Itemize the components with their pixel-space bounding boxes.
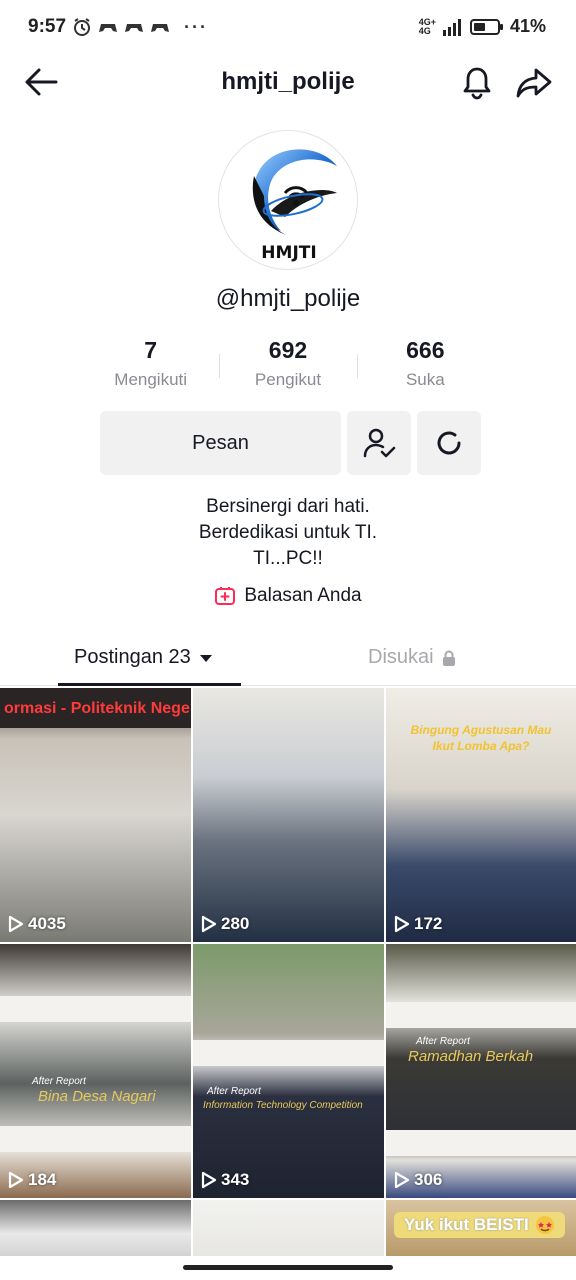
user-check-icon: [363, 428, 396, 458]
video-thumbnail[interactable]: ormasi - Politeknik Negeri 4035: [0, 688, 191, 942]
torn-paper-divider: [0, 1126, 191, 1152]
network-indicator: 4G+ 4G: [418, 17, 436, 36]
thumbnail-title: Information Technology Competition: [203, 1100, 363, 1111]
video-thumbnail[interactable]: After Report Ramadhan Berkah 306: [386, 944, 576, 1198]
video-thumbnail[interactable]: After Report Bina Desa Nagari 184: [0, 944, 191, 1198]
after-report-label: After Report: [32, 1076, 86, 1087]
home-indicator[interactable]: [183, 1265, 393, 1270]
battery-percent: 41%: [509, 16, 546, 36]
avatar[interactable]: HMJTI: [218, 130, 358, 270]
stat-followers[interactable]: 692 Pengikut: [219, 336, 356, 396]
game-controller-icon: [151, 24, 169, 32]
profile-tabs: Postingan 23 Disukai: [0, 636, 576, 686]
view-count-value: 4035: [28, 914, 66, 933]
game-controller-icon: [125, 24, 143, 32]
view-count: 172: [394, 914, 442, 934]
torn-paper-divider: [0, 996, 191, 1022]
caret-down-icon: [199, 654, 212, 662]
bio-line: Bersinergi dari hati.: [206, 496, 370, 517]
thumbnail-title: Bina Desa Nagari: [38, 1088, 156, 1105]
video-thumbnail[interactable]: Bingung Agustusan Mau Ikut Lomba Apa? 17…: [386, 688, 576, 942]
thumbnail-overlay-text: ormasi - Politeknik Negeri: [4, 700, 191, 717]
play-icon: [8, 1171, 24, 1189]
status-time: 9:57: [28, 16, 67, 37]
play-icon: [394, 915, 410, 933]
alarm-icon: [74, 18, 90, 36]
video-thumbnail[interactable]: 280: [193, 688, 384, 942]
bio-line: TI...PC!!: [253, 548, 323, 569]
network-type-bottom: 4G: [418, 25, 431, 36]
view-count-value: 280: [221, 914, 250, 933]
after-report-label: After Report: [207, 1086, 261, 1097]
message-button[interactable]: Pesan: [100, 411, 341, 475]
stat-following[interactable]: 7 Mengikuti: [82, 336, 219, 396]
video-thumbnail[interactable]: Yuk ikut BEISTI: [386, 1200, 576, 1256]
view-count-value: 343: [221, 1170, 250, 1189]
view-count: 184: [8, 1170, 56, 1190]
profile-bio: Bersinergi dari hati. Berdedikasi untuk …: [0, 494, 576, 572]
video-thumbnail[interactable]: After Report Information Technology Comp…: [193, 944, 384, 1198]
share-icon[interactable]: [514, 64, 554, 102]
bio-line: Berdedikasi untuk TI.: [198, 522, 378, 543]
thumbnail-caption-pill: Yuk ikut BEISTI: [394, 1212, 565, 1238]
profile-header: hmjti_polije: [0, 56, 576, 108]
profile-username: @hmjti_polije: [215, 285, 361, 312]
hmjti-logo: HMJTI: [252, 149, 337, 263]
tab-liked-label: Disukai: [368, 646, 434, 668]
after-report-label: After Report: [416, 1036, 470, 1047]
tab-posts-label: Postingan 23: [74, 646, 191, 668]
replies-link[interactable]: Balasan Anda: [0, 585, 576, 607]
add-reply-icon: [215, 587, 236, 605]
tab-posts[interactable]: Postingan 23: [74, 646, 213, 669]
signal-icon: [442, 18, 461, 36]
play-icon: [201, 1171, 217, 1189]
avatar-logo-text: HMJTI: [261, 243, 316, 263]
stat-value: 692: [268, 337, 308, 363]
thumbnail-overlay-text: Yuk ikut BEISTI: [404, 1215, 529, 1234]
stat-label: Suka: [405, 370, 445, 389]
stat-label: Pengikut: [254, 370, 322, 389]
stat-label: Mengikuti: [114, 370, 188, 389]
torn-paper-divider: [386, 1130, 576, 1156]
video-grid: ormasi - Politeknik Negeri 4035 280 Bing…: [0, 688, 576, 1256]
view-count: 280: [201, 914, 249, 934]
profile-stats: 7 Mengikuti 692 Pengikut 666 Suka: [82, 336, 494, 396]
play-icon: [8, 915, 24, 933]
tab-liked[interactable]: Disukai: [368, 646, 456, 669]
status-right: 4G+ 4G 41%: [419, 16, 546, 37]
battery-icon: [469, 18, 503, 35]
suggested-accounts-button[interactable]: [417, 411, 481, 475]
torn-paper-divider: [386, 1002, 576, 1028]
thumbnail-title: Ramadhan Berkah: [408, 1048, 534, 1065]
stat-value: 7: [144, 337, 158, 363]
play-icon: [394, 1171, 410, 1189]
view-count-value: 184: [28, 1170, 57, 1189]
star-eyes-emoji-icon: [535, 1216, 554, 1234]
status-notification-icons: ···: [72, 17, 208, 37]
refresh-icon: [437, 431, 461, 455]
thumbnail-overlay-text: Bingung Agustusan Mau Ikut Lomba Apa?: [410, 723, 552, 753]
status-bar: 9:57 ··· 4G+ 4G 41%: [0, 0, 576, 56]
view-count-value: 306: [414, 1170, 443, 1189]
video-thumbnail[interactable]: [0, 1200, 191, 1256]
active-tab-indicator: [58, 683, 241, 686]
view-count: 4035: [8, 914, 66, 934]
lock-icon: [442, 650, 455, 666]
view-count: 343: [201, 1170, 249, 1190]
more-notifications-icon: ···: [184, 17, 208, 37]
game-controller-icon: [99, 24, 117, 32]
video-thumbnail[interactable]: [193, 1200, 384, 1256]
stat-likes[interactable]: 666 Suka: [356, 336, 494, 396]
bell-icon[interactable]: [458, 64, 496, 102]
stat-value: 666: [406, 337, 445, 363]
torn-paper-divider: [193, 1040, 384, 1066]
replies-label: Balasan Anda: [244, 585, 362, 606]
play-icon: [201, 915, 217, 933]
view-count-value: 172: [414, 914, 443, 933]
following-status-button[interactable]: [347, 411, 411, 475]
view-count: 306: [394, 1170, 442, 1190]
